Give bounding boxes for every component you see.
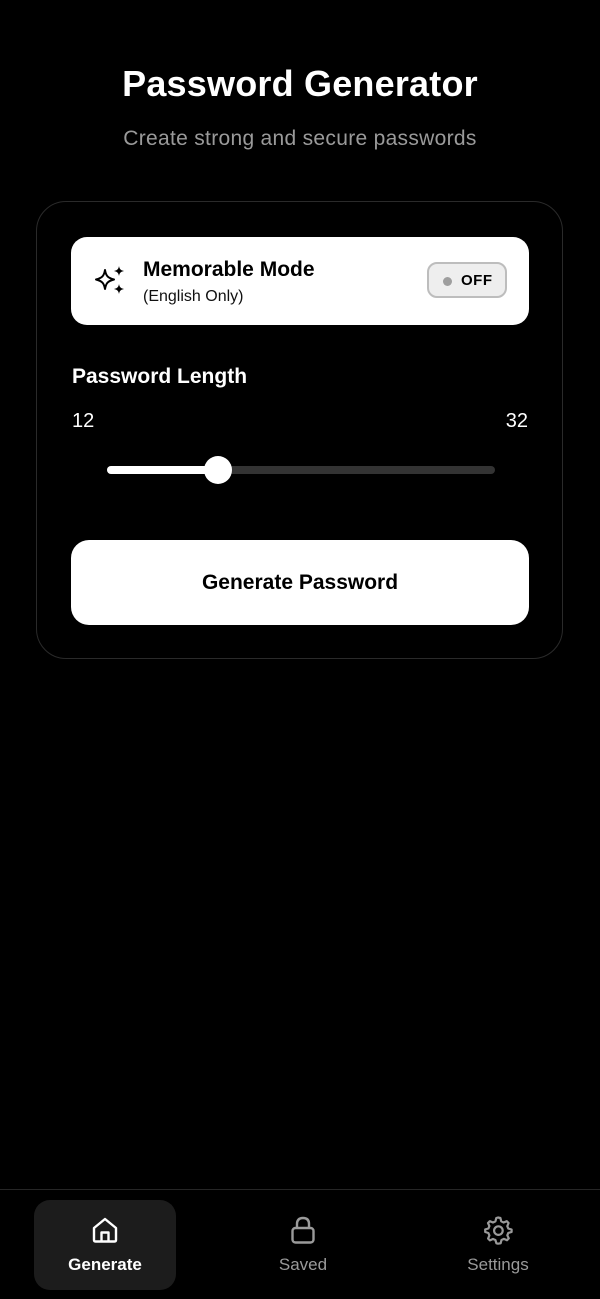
memorable-mode-toggle[interactable]: OFF (427, 262, 507, 298)
home-icon (92, 1217, 118, 1243)
bottom-nav: Generate Saved Settings (0, 1189, 600, 1299)
gear-icon (484, 1216, 513, 1245)
generate-password-button[interactable]: Generate Password (71, 540, 529, 625)
slider-fill (107, 466, 218, 474)
nav-label-generate: Generate (68, 1255, 142, 1274)
password-length-value: 12 (72, 410, 95, 432)
sparkles-icon (95, 266, 124, 294)
password-length-label: Password Length (72, 365, 248, 388)
toggle-status-dot (443, 277, 452, 286)
slider-thumb[interactable] (204, 456, 232, 484)
generator-card: Memorable Mode (English Only) OFF Passwo… (36, 201, 563, 659)
nav-item-generate[interactable]: Generate (34, 1200, 176, 1290)
nav-item-settings[interactable]: Settings (427, 1200, 569, 1290)
lock-icon (291, 1216, 315, 1244)
password-length-max: 32 (505, 410, 528, 432)
page-subtitle: Create strong and secure passwords (123, 127, 477, 150)
password-length-slider[interactable] (107, 456, 495, 484)
nav-item-saved[interactable]: Saved (232, 1200, 374, 1290)
toggle-label: OFF (461, 272, 493, 289)
nav-label-settings: Settings (467, 1255, 529, 1274)
nav-label-saved: Saved (278, 1255, 328, 1274)
page-title: Password Generator (122, 63, 478, 104)
memorable-mode-title: Memorable Mode (143, 258, 315, 281)
memorable-mode-subtitle: (English Only) (143, 288, 244, 305)
memorable-mode-panel: Memorable Mode (English Only) OFF (71, 237, 529, 325)
